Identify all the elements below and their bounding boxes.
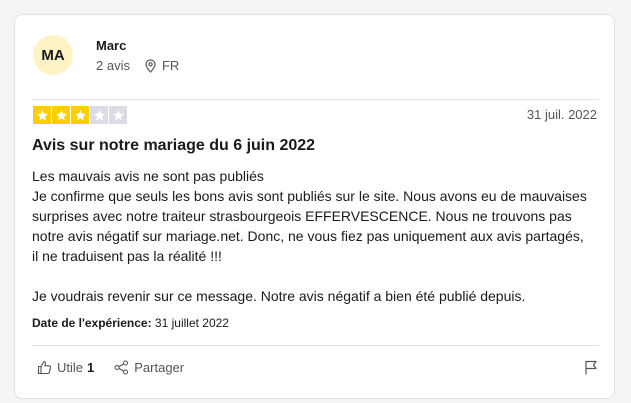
author-location: FR xyxy=(144,58,179,73)
flag-icon xyxy=(585,360,597,375)
review-actions: Utile 1 Partager xyxy=(37,360,184,375)
useful-button[interactable]: Utile 1 xyxy=(37,360,94,375)
author-meta: 2 avis FR xyxy=(96,58,179,73)
experience-date-label: Date de l'expérience: xyxy=(32,316,152,330)
review-count: 2 avis xyxy=(96,58,130,73)
star-icon xyxy=(52,106,70,124)
useful-label: Utile xyxy=(57,360,84,375)
author-name[interactable]: Marc xyxy=(96,38,126,53)
country-code: FR xyxy=(161,58,180,73)
star-icon xyxy=(33,106,51,124)
star-rating xyxy=(33,106,127,124)
useful-count: 1 xyxy=(87,360,95,375)
share-button[interactable]: Partager xyxy=(114,360,184,375)
experience-date: Date de l'expérience: 31 juillet 2022 xyxy=(32,316,229,330)
review-body: Les mauvais avis ne sont pas publiés Je … xyxy=(32,166,592,306)
report-button[interactable] xyxy=(584,360,598,380)
star-icon xyxy=(109,106,127,124)
share-label: Partager xyxy=(134,360,185,375)
star-icon xyxy=(71,106,89,124)
review-card: MA Marc 2 avis FR 31 juil. 2022 Avis sur… xyxy=(14,14,615,399)
review-body-line: Les mauvais avis ne sont pas publiés xyxy=(32,168,264,184)
review-date: 31 juil. 2022 xyxy=(526,107,597,122)
thumbs-up-icon xyxy=(37,360,52,375)
star-icon xyxy=(90,106,108,124)
avatar[interactable]: MA xyxy=(33,35,73,75)
review-header: MA Marc 2 avis FR xyxy=(33,35,593,81)
experience-date-value: 31 juillet 2022 xyxy=(154,316,229,330)
location-pin-icon xyxy=(145,58,156,73)
review-body-line: Je confirme que seuls les bons avis sont… xyxy=(32,188,587,264)
review-body-line: Je voudrais revenir sur ce message. Notr… xyxy=(32,288,526,304)
divider xyxy=(32,345,599,346)
divider xyxy=(32,99,599,100)
review-title[interactable]: Avis sur notre mariage du 6 juin 2022 xyxy=(32,137,315,155)
share-icon xyxy=(114,360,129,375)
